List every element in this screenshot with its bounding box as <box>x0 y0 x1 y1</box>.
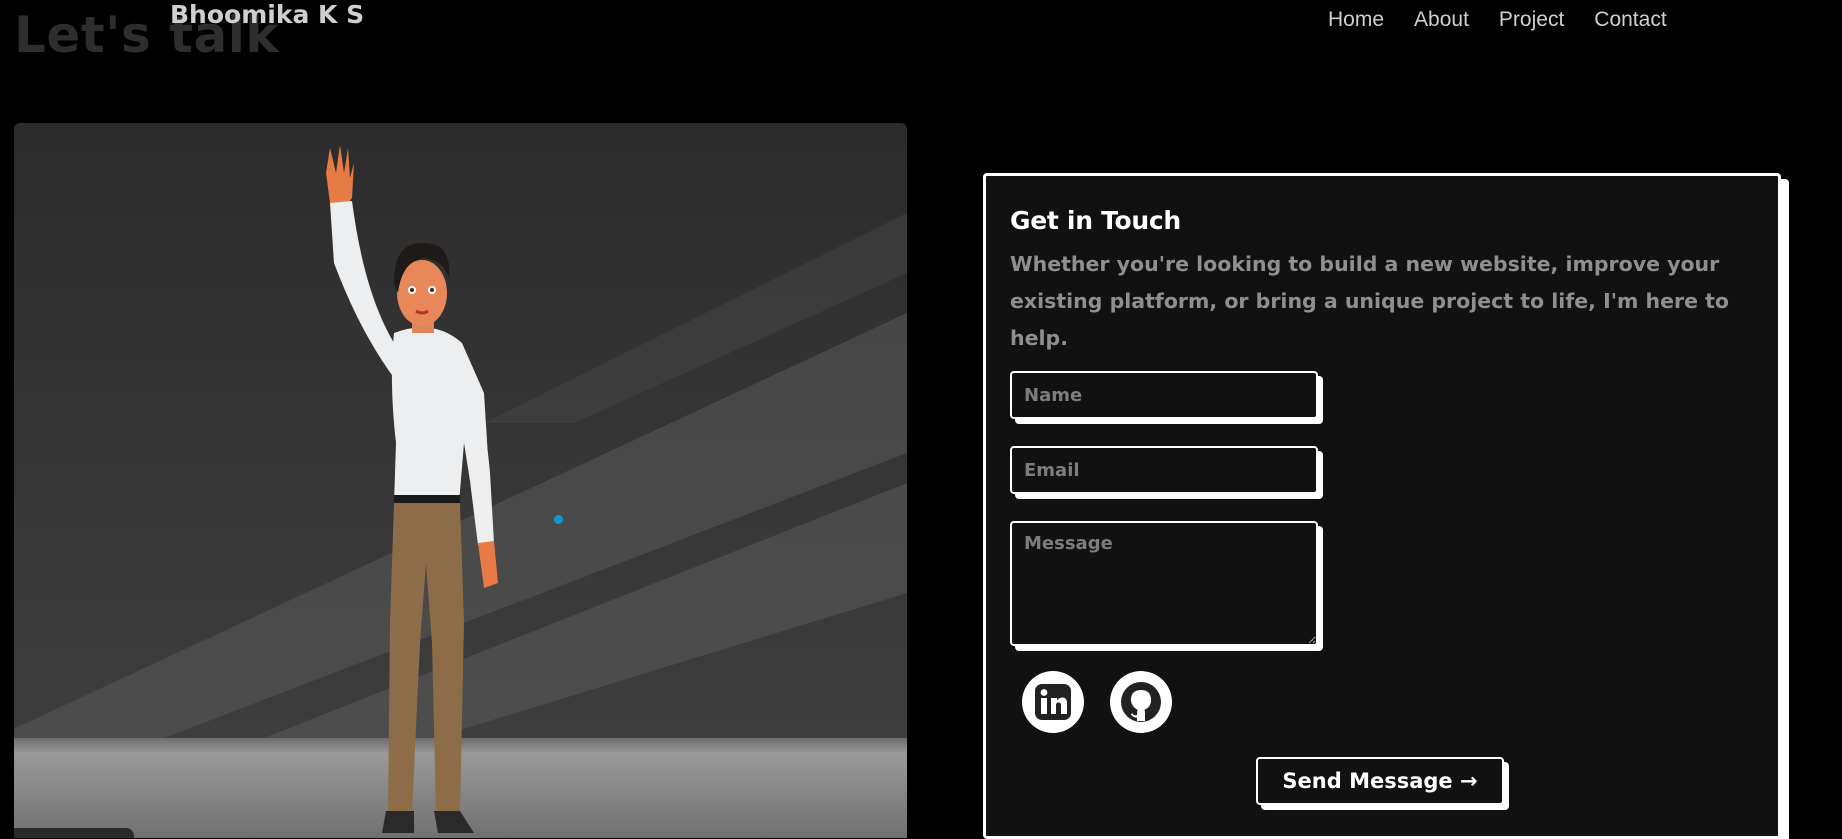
main-nav: Home About Project Contact <box>1328 8 1667 32</box>
scene-tab <box>14 828 134 838</box>
message-textarea[interactable] <box>1010 521 1318 646</box>
github-icon <box>1121 682 1161 722</box>
nav-home[interactable]: Home <box>1328 8 1384 32</box>
nav-contact[interactable]: Contact <box>1594 8 1666 32</box>
linkedin-link[interactable] <box>1022 671 1084 733</box>
waving-avatar <box>326 145 498 833</box>
name-input[interactable] <box>1010 371 1318 419</box>
linkedin-icon <box>1035 684 1071 720</box>
brand-name[interactable]: Bhoomika K S <box>170 0 364 29</box>
nav-about[interactable]: About <box>1414 8 1469 32</box>
card-title: Get in Touch <box>1010 206 1181 235</box>
cursor-dot <box>554 515 563 524</box>
contact-card: Get in Touch Whether you're looking to b… <box>983 173 1781 839</box>
send-message-button[interactable]: Send Message → <box>1256 757 1504 805</box>
email-input[interactable] <box>1010 446 1318 494</box>
nav-project[interactable]: Project <box>1499 8 1564 32</box>
avatar-3d-scene[interactable] <box>14 123 907 838</box>
card-description: Whether you're looking to build a new we… <box>1010 252 1730 350</box>
github-link[interactable] <box>1110 671 1172 733</box>
